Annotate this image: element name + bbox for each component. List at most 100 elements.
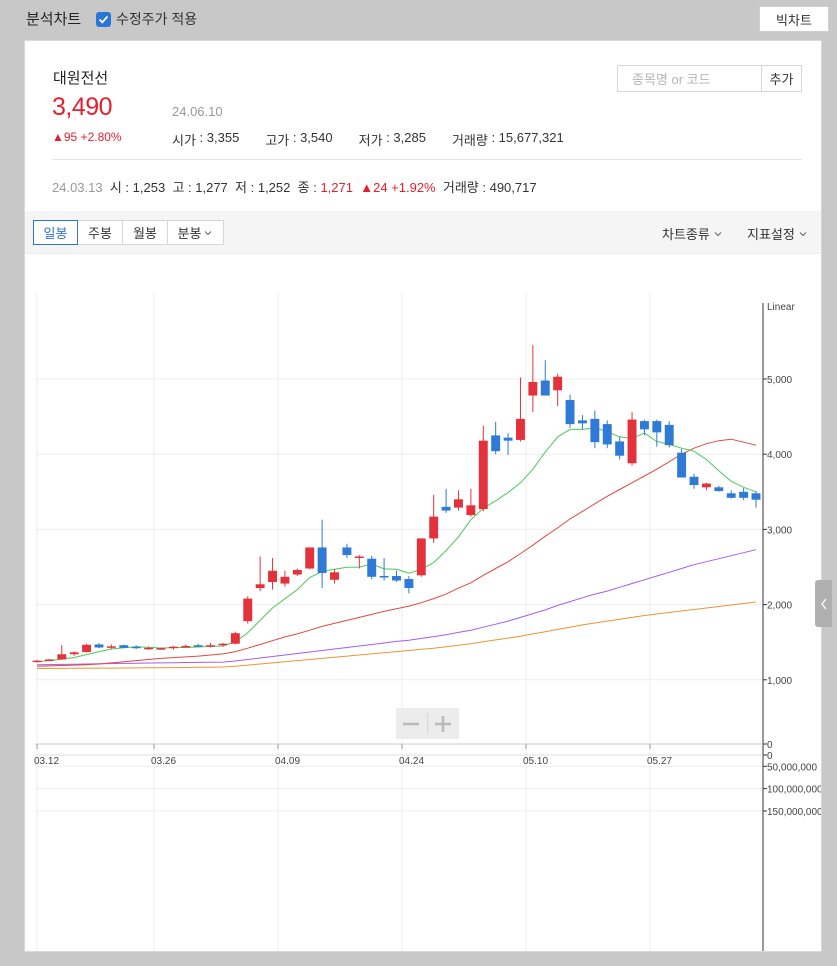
candle[interactable]: [44, 658, 54, 661]
candle[interactable]: [615, 436, 625, 460]
tab-weekly[interactable]: 주봉: [78, 220, 123, 245]
candle[interactable]: [602, 420, 612, 449]
candle[interactable]: [404, 576, 414, 594]
chart-panel: 대원전선 3,490 ▲95 +2.80% 24.06.10 시가 : 3,35…: [24, 40, 822, 952]
adjusted-price-toggle[interactable]: 수정주가 적용: [96, 9, 197, 29]
candle-body: [379, 576, 389, 578]
volume-tick-label: 150,000,000: [767, 807, 821, 818]
candle-body: [565, 400, 575, 425]
candle-body: [156, 648, 166, 650]
candle-body: [32, 660, 42, 663]
candle[interactable]: [466, 488, 476, 517]
history-high: 1,277: [195, 180, 228, 195]
candle[interactable]: [243, 596, 253, 624]
candle[interactable]: [478, 425, 488, 512]
candle[interactable]: [230, 631, 240, 645]
quote-stats: 시가 : 3,355 고가 : 3,540 저가 : 3,285 거래량 : 1…: [172, 130, 564, 148]
indicator-settings-dropdown[interactable]: 지표설정: [747, 224, 808, 243]
ma20-line: [36, 438, 757, 667]
candle[interactable]: [181, 644, 191, 648]
candle-body: [726, 493, 736, 498]
x-tick-label: 05.10: [523, 756, 548, 767]
candle-body: [44, 659, 54, 661]
tab-monthly[interactable]: 월봉: [123, 220, 168, 245]
candle[interactable]: [627, 412, 637, 466]
candle[interactable]: [751, 491, 761, 508]
candle[interactable]: [193, 643, 203, 647]
candle[interactable]: [280, 570, 290, 587]
tab-daily[interactable]: 일봉: [33, 220, 78, 245]
candle-body: [82, 644, 92, 652]
chart-type-dropdown[interactable]: 차트종류: [662, 224, 723, 243]
big-chart-button[interactable]: 빅차트: [759, 6, 829, 32]
history-close: 1,271: [320, 180, 353, 195]
candle-body: [354, 556, 364, 558]
candle[interactable]: [689, 473, 699, 489]
candle-body: [404, 579, 414, 589]
candle[interactable]: [367, 555, 377, 580]
price-tick-label: 5,000: [767, 375, 792, 386]
candle[interactable]: [416, 538, 426, 577]
history-low-label: 저: [235, 180, 247, 195]
candle[interactable]: [392, 570, 401, 583]
candle[interactable]: [664, 421, 674, 448]
candle[interactable]: [441, 488, 451, 513]
candle-body: [342, 547, 352, 555]
chevron-down-icon: [205, 230, 212, 235]
candle[interactable]: [540, 360, 550, 396]
candle[interactable]: [168, 645, 178, 650]
candle-body: [627, 419, 637, 464]
ma120-line: [36, 601, 757, 669]
candle[interactable]: [330, 569, 339, 584]
stock-search-input[interactable]: 종목명 or 코드: [617, 65, 762, 92]
zoom-in-button[interactable]: [428, 708, 459, 739]
stock-chart[interactable]: Linear01,0002,0003,0004,0005,000050,000,…: [25, 253, 821, 951]
candle[interactable]: [82, 643, 92, 653]
candle[interactable]: [268, 557, 277, 590]
volume-tick-label: 50,000,000: [767, 762, 817, 773]
candle[interactable]: [119, 644, 129, 649]
candle[interactable]: [590, 410, 600, 449]
checkbox-checked-icon[interactable]: [96, 11, 111, 27]
candle[interactable]: [57, 645, 67, 660]
candle[interactable]: [701, 482, 711, 491]
candle[interactable]: [677, 448, 687, 478]
candle[interactable]: [305, 547, 315, 570]
candle-body: [292, 570, 302, 575]
candle-body: [677, 452, 687, 478]
candle[interactable]: [726, 490, 736, 499]
candle-body: [739, 491, 749, 498]
chevron-down-icon: [715, 232, 722, 237]
candle[interactable]: [491, 421, 501, 455]
candle[interactable]: [739, 488, 749, 501]
candle[interactable]: [577, 415, 587, 430]
candle-body: [268, 570, 277, 583]
candle[interactable]: [454, 490, 463, 511]
candle[interactable]: [639, 419, 649, 436]
candle[interactable]: [553, 373, 563, 407]
candle[interactable]: [94, 642, 104, 649]
candle[interactable]: [131, 645, 141, 649]
candle[interactable]: [714, 485, 724, 492]
candle-body: [714, 487, 724, 492]
page-title: 분석차트: [26, 11, 82, 28]
adjusted-price-label: 수정주가 적용: [116, 11, 198, 27]
stock-name: 대원전선: [53, 70, 109, 87]
candle-body: [69, 652, 79, 655]
candle[interactable]: [516, 377, 525, 442]
candle[interactable]: [255, 556, 265, 592]
candle[interactable]: [292, 568, 302, 577]
candle-body: [503, 437, 513, 441]
tab-minute[interactable]: 분봉: [168, 220, 224, 245]
candle[interactable]: [69, 651, 79, 656]
price-tick-label: 0: [767, 751, 773, 762]
candle[interactable]: [503, 433, 513, 455]
candle[interactable]: [342, 543, 352, 558]
zoom-out-button[interactable]: [396, 708, 427, 739]
candle-body: [392, 576, 401, 581]
candle[interactable]: [32, 660, 42, 663]
side-panel-toggle[interactable]: [815, 580, 832, 627]
candle[interactable]: [429, 494, 439, 543]
candle[interactable]: [565, 394, 575, 428]
add-stock-button[interactable]: 추가: [761, 65, 802, 92]
